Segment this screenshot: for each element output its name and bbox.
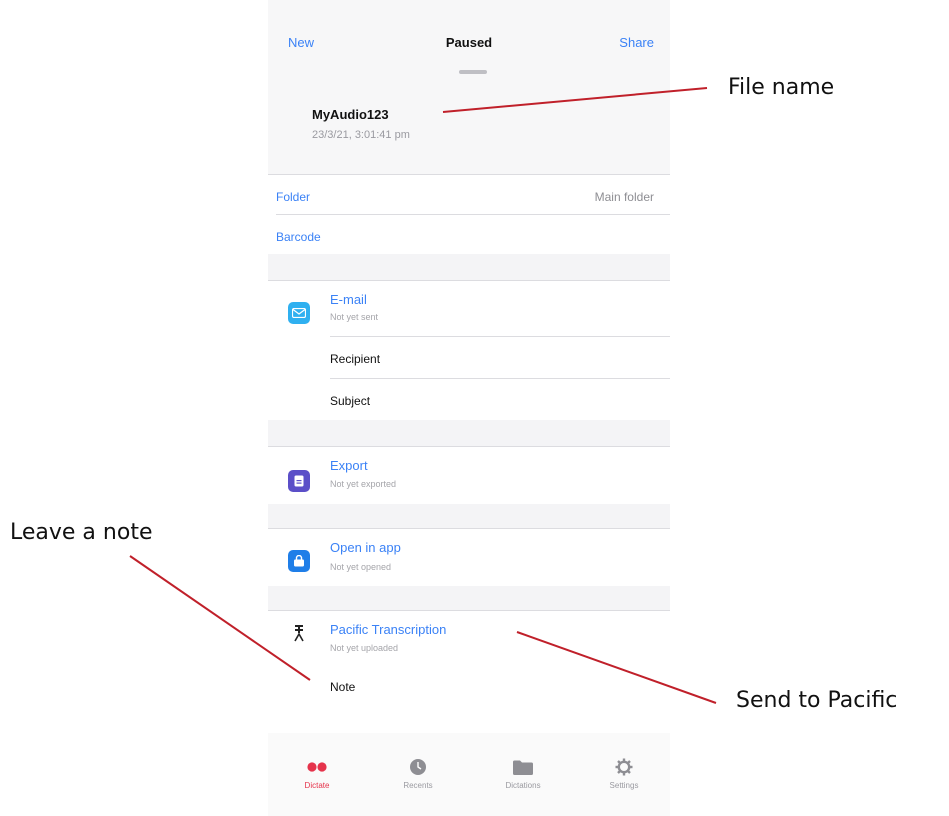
open-in-app-title[interactable]: Open in app	[330, 540, 401, 555]
tab-settings[interactable]: Settings	[584, 757, 664, 790]
tab-recents[interactable]: Recents	[378, 757, 458, 790]
gear-icon	[584, 757, 664, 777]
pacific-title[interactable]: Pacific Transcription	[330, 622, 446, 637]
annotation-send-pacific: Send to Pacific	[736, 688, 898, 713]
tab-label: Recents	[403, 781, 433, 790]
clock-icon	[378, 757, 458, 777]
email-status: Not yet sent	[330, 312, 379, 322]
tab-label: Dictate	[304, 781, 330, 790]
folder-value: Main folder	[594, 190, 654, 204]
tab-dictate[interactable]: Dictate	[277, 757, 357, 790]
divider	[268, 446, 670, 447]
page-title: Paused	[445, 35, 493, 50]
tab-label: Settings	[609, 781, 639, 790]
tab-label: Dictations	[505, 781, 541, 790]
file-date: 23/3/21, 3:01:41 pm	[312, 129, 410, 141]
file-name[interactable]: MyAudio123	[312, 107, 389, 122]
divider	[276, 214, 670, 215]
pacific-logo-icon	[288, 622, 310, 644]
export-status: Not yet exported	[330, 479, 397, 489]
divider	[330, 336, 670, 337]
divider	[330, 378, 670, 379]
subject-field[interactable]: Subject	[330, 394, 370, 408]
divider	[268, 528, 670, 529]
divider	[268, 280, 670, 281]
section-gap	[268, 420, 670, 446]
export-title[interactable]: Export	[330, 458, 368, 473]
barcode-row[interactable]: Barcode	[276, 230, 321, 244]
annotation-leave-note: Leave a note	[10, 520, 153, 545]
divider	[268, 610, 670, 611]
sheet-grabber-handle[interactable]	[459, 70, 487, 74]
email-title[interactable]: E-mail	[330, 292, 367, 307]
section-gap	[268, 586, 670, 610]
open-in-app-icon	[288, 550, 310, 572]
section-gap	[268, 504, 670, 528]
email-icon	[288, 302, 310, 324]
recipient-field[interactable]: Recipient	[330, 352, 380, 366]
pacific-status: Not yet uploaded	[330, 643, 399, 653]
note-field[interactable]: Note	[330, 680, 355, 694]
section-gap	[268, 254, 670, 280]
share-button[interactable]: Share	[619, 35, 654, 50]
divider	[268, 174, 670, 175]
tab-bar: Dictate Recents Dictations Settings	[268, 733, 670, 816]
header-area: New Paused Share MyAudio123 23/3/21, 3:0…	[268, 0, 670, 175]
folder-label: Folder	[276, 190, 311, 204]
folder-icon	[483, 757, 563, 777]
export-icon	[288, 470, 310, 492]
record-icon	[277, 757, 357, 777]
phone-screen: New Paused Share MyAudio123 23/3/21, 3:0…	[268, 0, 670, 816]
annotation-file-name: File name	[728, 75, 835, 100]
open-in-app-status: Not yet opened	[330, 562, 392, 572]
tab-dictations[interactable]: Dictations	[483, 757, 563, 790]
